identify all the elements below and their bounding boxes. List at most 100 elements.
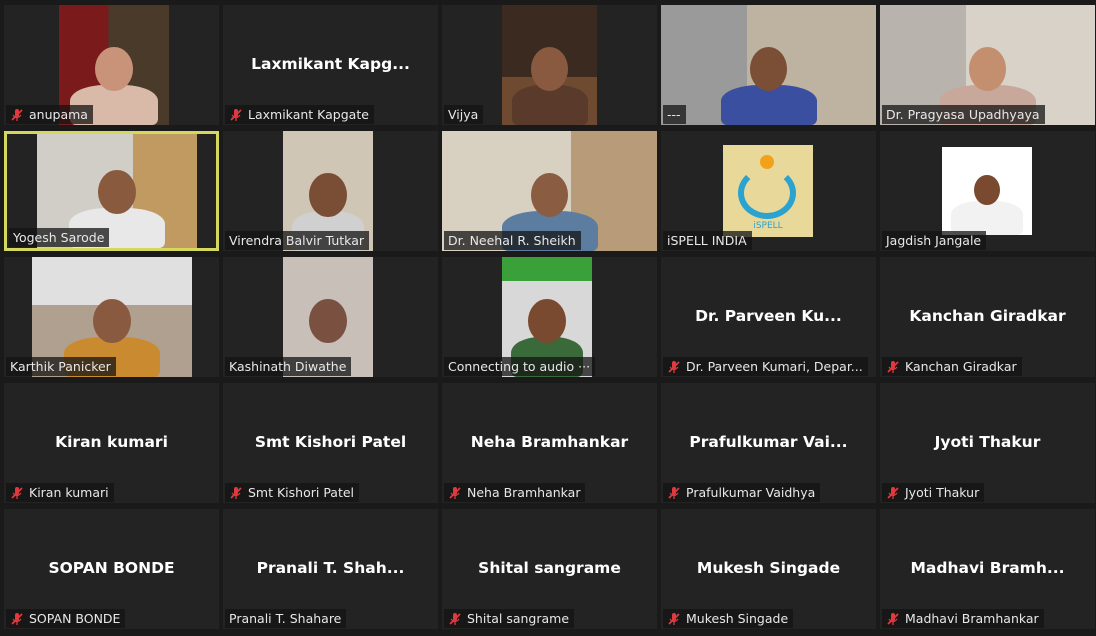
participant-name: Jagdish Jangale xyxy=(886,233,982,248)
participant-name: Prafulkumar Vaidhya xyxy=(686,485,816,500)
participant-tile[interactable]: Dr. Neehal R. Sheikh xyxy=(442,131,657,251)
participant-tile[interactable]: Neha Bramhankar Neha Bramhankar xyxy=(442,383,657,503)
participant-display-name: Kanchan Giradkar xyxy=(909,307,1066,325)
participant-name: --- xyxy=(667,107,681,122)
participant-name: Mukesh Singade xyxy=(686,611,789,626)
participant-name: Shital sangrame xyxy=(467,611,570,626)
participant-tile[interactable]: Vijya xyxy=(442,5,657,125)
participant-name-label: Yogesh Sarode xyxy=(9,228,110,247)
participant-name: Laxmikant Kapgate xyxy=(248,107,369,122)
participant-tile[interactable]: Pranali T. Shah... Pranali T. Shahare xyxy=(223,509,438,629)
participant-name: Neha Bramhankar xyxy=(467,485,581,500)
participant-name-label: Connecting to audio ··· xyxy=(444,357,596,376)
participant-display-name: Pranali T. Shah... xyxy=(256,559,405,577)
mic-muted-icon xyxy=(449,612,461,625)
participant-name-label: Vijya xyxy=(444,105,484,124)
participant-name: Madhavi Bramhankar xyxy=(905,611,1039,626)
participant-display-name: Smt Kishori Patel xyxy=(254,433,407,451)
participant-name: Vijya xyxy=(448,107,479,122)
participant-name: Pranali T. Shahare xyxy=(229,611,342,626)
participant-display-name: Shital sangrame xyxy=(478,559,621,577)
participant-tile[interactable]: Jagdish Jangale xyxy=(880,131,1095,251)
participant-tile[interactable]: Dr. Parveen Ku... Dr. Parveen Kumari, Dep… xyxy=(661,257,876,377)
person-head xyxy=(968,47,1007,91)
participant-tile[interactable]: Kashinath Diwathe xyxy=(223,257,438,377)
participant-name: Kashinath Diwathe xyxy=(229,359,347,374)
participant-tile[interactable]: SOPAN BONDE SOPAN BONDE xyxy=(4,509,219,629)
participant-display-name: Laxmikant Kapg... xyxy=(251,55,410,73)
participant-tile[interactable]: Madhavi Bramh... Madhavi Bramhankar xyxy=(880,509,1095,629)
participant-name-label: iSPELL INDIA xyxy=(663,231,752,250)
participant-tile[interactable]: Smt Kishori Patel Smt Kishori Patel xyxy=(223,383,438,503)
participant-name-label: --- xyxy=(663,105,686,124)
mic-muted-icon xyxy=(230,486,242,499)
participant-name-label: Jagdish Jangale xyxy=(882,231,987,250)
person-head xyxy=(530,47,569,91)
mic-muted-icon xyxy=(887,486,899,499)
participant-tile[interactable]: Karthik Panicker xyxy=(4,257,219,377)
participant-tile[interactable]: Jyoti Thakur Jyoti Thakur xyxy=(880,383,1095,503)
participant-name: Kanchan Giradkar xyxy=(905,359,1017,374)
participant-name-label: Jyoti Thakur xyxy=(882,483,985,502)
participant-tile[interactable]: Dr. Pragyasa Upadhyaya xyxy=(880,5,1095,125)
participant-name-label: Kanchan Giradkar xyxy=(882,357,1022,376)
participant-tile[interactable]: anupama xyxy=(4,5,219,125)
participant-name-label: Neha Bramhankar xyxy=(444,483,586,502)
participant-name-label: Prafulkumar Vaidhya xyxy=(663,483,821,502)
participant-tile[interactable]: iSPELL iSPELL INDIA xyxy=(661,131,876,251)
mic-muted-icon xyxy=(668,360,680,373)
participant-name-label: anupama xyxy=(6,105,93,124)
participant-name: Smt Kishori Patel xyxy=(248,485,355,500)
participant-video xyxy=(942,147,1032,235)
participant-name-label: Karthik Panicker xyxy=(6,357,116,376)
participant-name: Yogesh Sarode xyxy=(13,230,105,245)
participant-name-label: Dr. Parveen Kumari, Depar... xyxy=(663,357,868,376)
participant-display-name: Mukesh Singade xyxy=(696,559,841,577)
participant-name: Virendra Balvir Tutkar xyxy=(229,233,365,248)
mic-muted-icon xyxy=(11,486,23,499)
mic-muted-icon xyxy=(449,486,461,499)
mic-muted-icon xyxy=(887,360,899,373)
participant-name-label: Virendra Balvir Tutkar xyxy=(225,231,370,250)
participant-display-name: SOPAN BONDE xyxy=(48,559,175,577)
participant-display-name: Madhavi Bramh... xyxy=(910,559,1065,577)
participant-tile[interactable]: Laxmikant Kapg... Laxmikant Kapgate xyxy=(223,5,438,125)
person-head xyxy=(309,173,347,217)
mic-muted-icon xyxy=(11,612,23,625)
participant-name: SOPAN BONDE xyxy=(29,611,121,626)
person-head xyxy=(98,170,136,214)
participant-tile[interactable]: Shital sangrame Shital sangrame xyxy=(442,509,657,629)
participant-tile[interactable]: Virendra Balvir Tutkar xyxy=(223,131,438,251)
mic-muted-icon xyxy=(668,486,680,499)
participant-name-label: Mukesh Singade xyxy=(663,609,794,628)
participant-display-name: Jyoti Thakur xyxy=(934,433,1041,451)
participant-tile[interactable]: Kiran kumari Kiran kumari xyxy=(4,383,219,503)
person-head xyxy=(309,299,347,343)
person-head xyxy=(528,299,566,343)
participant-name: anupama xyxy=(29,107,88,122)
participant-name-label: SOPAN BONDE xyxy=(6,609,126,628)
participant-display-name: Dr. Parveen Ku... xyxy=(695,307,842,325)
participant-name: Karthik Panicker xyxy=(10,359,111,374)
person-figure xyxy=(951,201,1023,235)
participant-name: Jyoti Thakur xyxy=(905,485,980,500)
participant-name-label: Madhavi Bramhankar xyxy=(882,609,1044,628)
participant-tile[interactable]: Connecting to audio ··· xyxy=(442,257,657,377)
participant-name: Kiran kumari xyxy=(29,485,109,500)
participant-tile[interactable]: --- xyxy=(661,5,876,125)
participant-name-label: Dr. Neehal R. Sheikh xyxy=(444,231,581,250)
participant-name: Dr. Pragyasa Upadhyaya xyxy=(886,107,1040,122)
gallery-grid: anupama Laxmikant Kapg... Laxmikant Kapgat… xyxy=(4,5,1096,633)
person-head xyxy=(530,173,569,217)
participant-video xyxy=(661,5,876,125)
participant-name: iSPELL INDIA xyxy=(667,233,747,248)
mic-muted-icon xyxy=(887,612,899,625)
participant-tile[interactable]: Kanchan Giradkar Kanchan Giradkar xyxy=(880,257,1095,377)
participant-tile[interactable]: Mukesh Singade Mukesh Singade xyxy=(661,509,876,629)
participant-name-label: Kiran kumari xyxy=(6,483,114,502)
participant-video: iSPELL xyxy=(723,145,813,237)
participant-tile[interactable]: Prafulkumar Vai... Prafulkumar Vaidhya xyxy=(661,383,876,503)
person-head xyxy=(95,47,133,91)
participant-tile[interactable]: Yogesh Sarode xyxy=(4,131,219,251)
person-head xyxy=(93,299,131,343)
